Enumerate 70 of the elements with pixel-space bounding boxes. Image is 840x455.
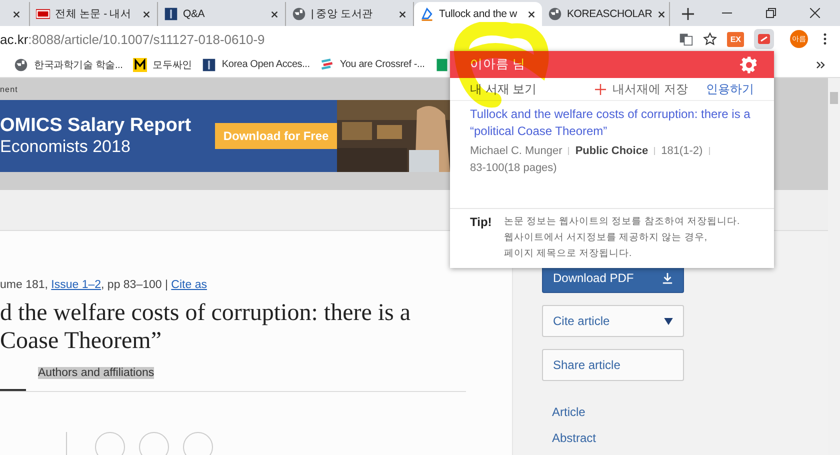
close-icon[interactable] (12, 10, 21, 18)
section-link[interactable]: Abstract (552, 431, 828, 445)
bookmark[interactable] (434, 58, 449, 72)
new-tab-icon[interactable] (682, 8, 694, 20)
settings-icon[interactable] (740, 56, 758, 74)
tip-text: 페이지 제목으로 저장됩니다. (504, 247, 633, 260)
bookmark-title: You are Crossref -... (340, 59, 425, 70)
bookmark[interactable]: Korea Open Acces... (202, 58, 310, 72)
banner-subline: Economists 2018 (0, 137, 132, 157)
ad-banner[interactable]: OMICS Salary Report Economists 2018 Download for Free (0, 100, 450, 172)
db-logo-icon (36, 7, 50, 21)
bookmark[interactable]: 한국과학기술 학술... (14, 58, 123, 72)
save-to-library-link[interactable]: 내서재에 저장 (594, 80, 688, 98)
user-name: 이아름 님 (470, 56, 526, 73)
bookmark[interactable]: 모두싸인 (132, 58, 192, 72)
bookmark-title: Korea Open Acces... (222, 59, 310, 70)
close-icon[interactable] (810, 8, 820, 18)
tip-text: 논문 정보는 웹사이트의 정보를 참조하여 저장됩니다. (504, 215, 740, 228)
globe-icon (292, 7, 306, 21)
dropdown-icon (664, 318, 673, 324)
book-icon (202, 58, 216, 72)
m-logo-icon (132, 58, 147, 72)
globe-icon (548, 7, 562, 21)
cite-link[interactable]: 인용하기 (706, 80, 754, 98)
close-icon[interactable] (527, 10, 536, 18)
browser-tab[interactable]: Tullock and the w (414, 2, 542, 26)
notice-text: nent (0, 84, 18, 94)
close-icon[interactable] (657, 10, 666, 18)
banner-headline: OMICS Salary Report (0, 115, 192, 137)
tip-label: Tip! (470, 215, 492, 231)
address-field[interactable]: ac.kr:8088/article/10.1007/s11127-018-0610-9 (0, 32, 670, 46)
stripes-icon (320, 58, 334, 72)
my-library-link[interactable]: 내 서재 보기 (470, 80, 537, 98)
bookmark-title: 한국과학기술 학술... (34, 58, 123, 72)
document-icon (420, 7, 434, 21)
download-icon (662, 272, 673, 284)
plus-icon (594, 84, 606, 94)
author-name: Michael C. Munger (470, 145, 562, 157)
globe-icon (14, 58, 28, 72)
tab-title: 전체 논문 - 내서 (55, 7, 132, 21)
article-title: d the welfare costs of corruption: there is a (0, 299, 412, 327)
tab-title: Q&A (183, 8, 206, 20)
bookmark[interactable]: You are Crossref -... (320, 58, 425, 72)
book-icon (164, 7, 178, 21)
paper-title-link[interactable]: Tullock and the welfare costs of corruption: there is a “political Coase Theorem” (470, 106, 754, 140)
scrollbar-thumb[interactable] (830, 92, 838, 104)
tab-title: Tullock and the w (439, 8, 518, 20)
issue-number: 181(1-2) (661, 145, 703, 157)
cite-as-link[interactable]: Cite as (171, 279, 207, 291)
page-range: 83-100(18 pages) (470, 162, 557, 174)
cite-article-button[interactable]: Cite article (542, 305, 684, 337)
tab-title: | 중앙 도서관 (311, 7, 374, 21)
close-icon[interactable] (398, 10, 407, 18)
star-icon[interactable] (703, 32, 718, 46)
share-article-button[interactable]: Share article (542, 349, 684, 381)
tab-title: KOREASCHOLAR (567, 8, 652, 20)
restore-icon[interactable] (766, 8, 776, 18)
journal-name: Public Choice (575, 145, 648, 157)
extension-icon[interactable] (754, 29, 774, 49)
close-icon[interactable] (270, 10, 279, 18)
translate-icon[interactable] (679, 32, 694, 46)
more-icon[interactable] (816, 60, 826, 70)
bookmark-title: 모두싸인 (152, 58, 192, 72)
sheet-icon (434, 58, 449, 72)
issue-link[interactable]: Issue 1–2 (51, 279, 102, 291)
close-icon[interactable] (142, 10, 151, 18)
citation-line: ume 181, Issue 1–2, pp 83–100 | Cite as (0, 279, 208, 291)
section-link[interactable]: Article (552, 405, 828, 419)
article-title: Coase Theorem” (0, 327, 162, 355)
tip-text: 웹사이트에서 서지정보를 제공하지 않는 경우, (504, 231, 708, 244)
